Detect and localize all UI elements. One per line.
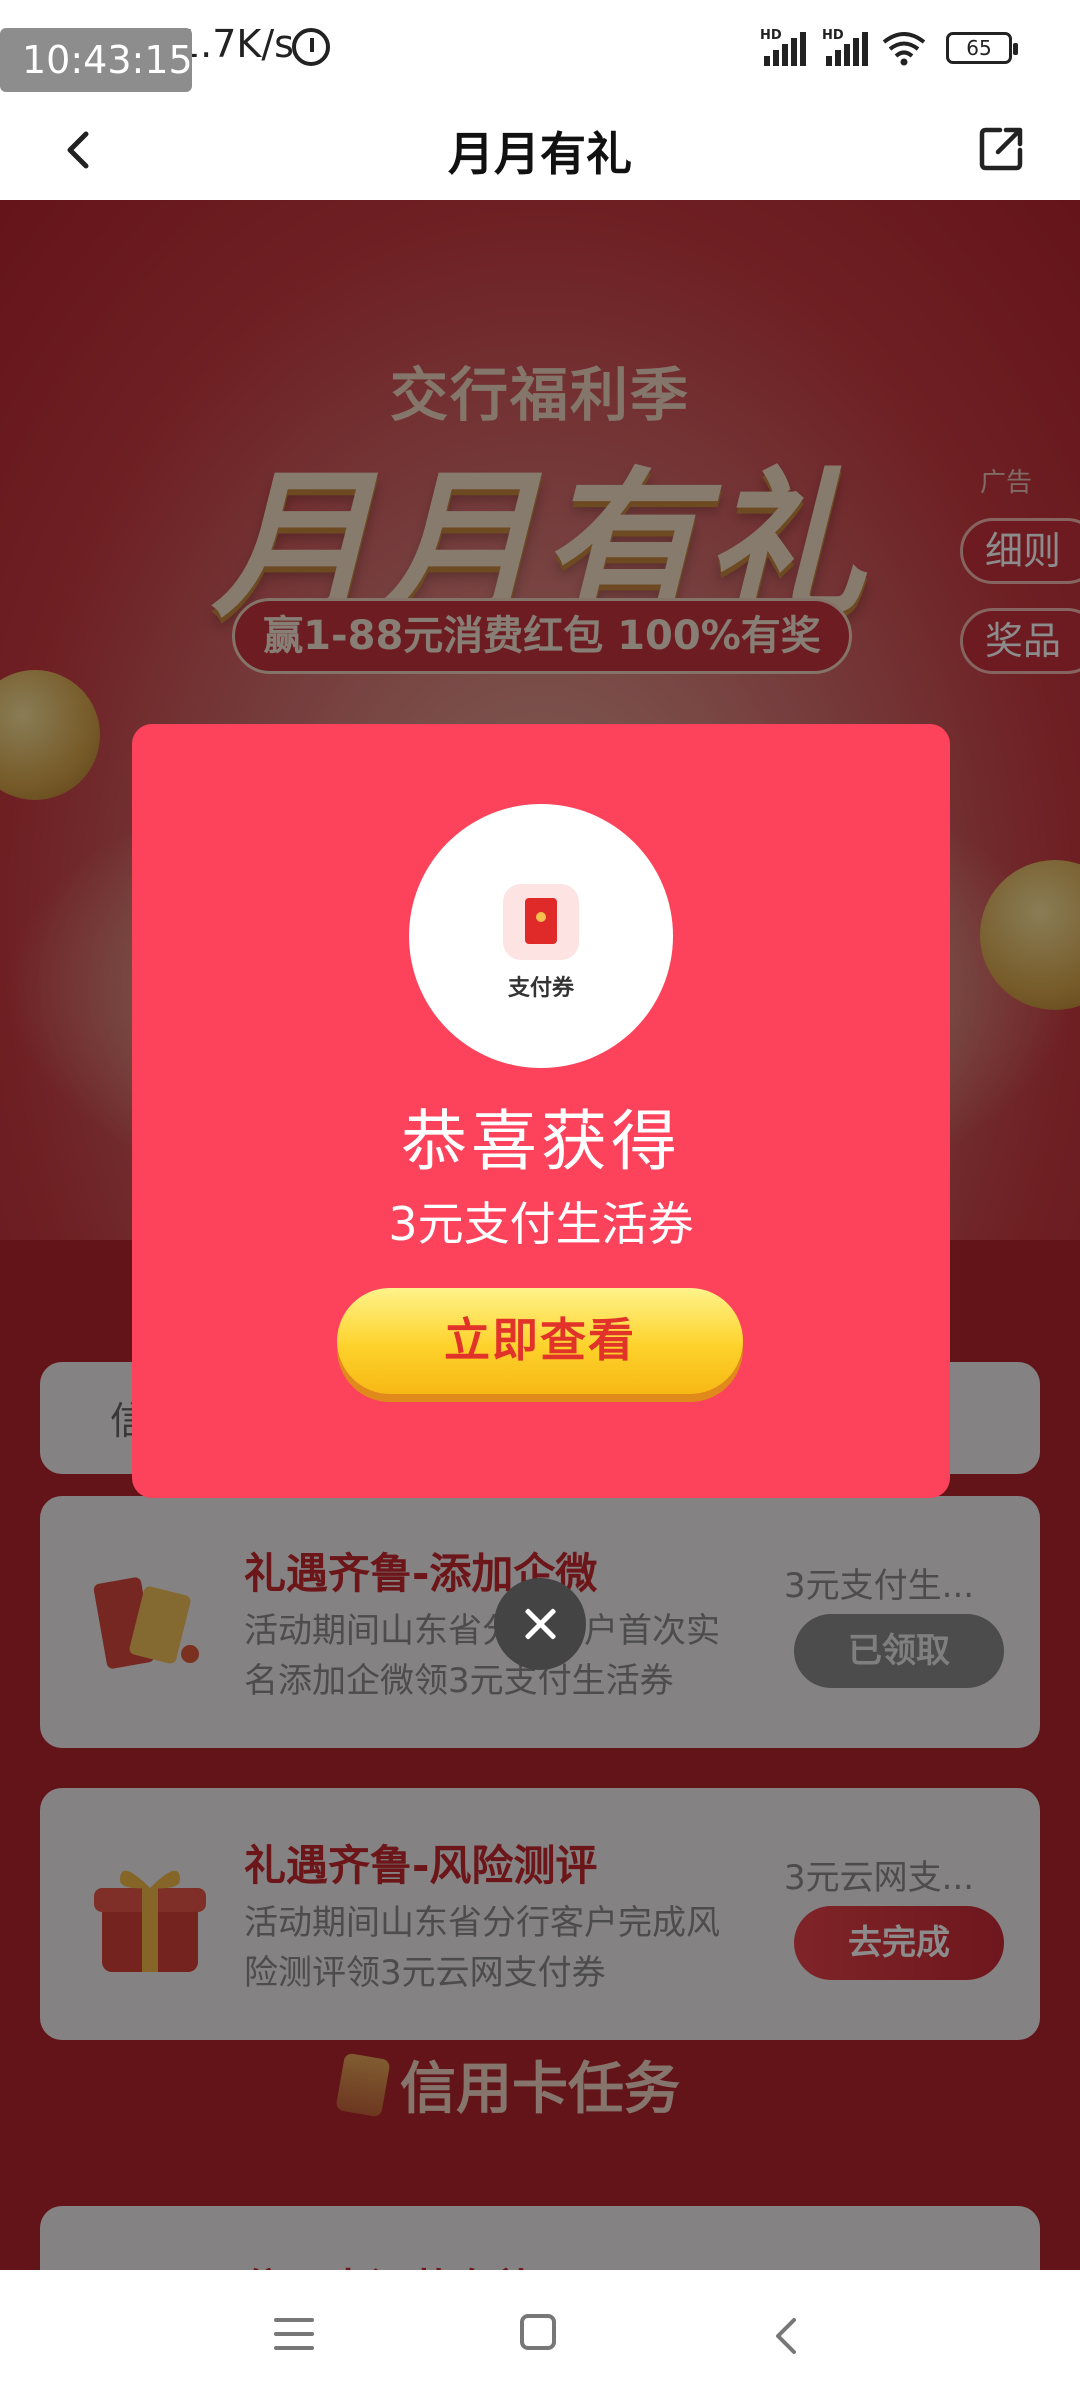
network-speed: 1.7K/s xyxy=(176,22,294,66)
dialog-subtitle: 3元支付生活券 xyxy=(388,1197,694,1251)
title-bar: 月月有礼 xyxy=(0,100,1080,200)
share-icon[interactable] xyxy=(974,120,1030,176)
prize-label: 支付券 xyxy=(507,976,574,1001)
view-now-button[interactable]: 立即查看 xyxy=(337,1288,743,1394)
prize-dialog: 支付券 恭喜获得 3元支付生活券 立即查看 xyxy=(132,724,950,1498)
close-icon[interactable] xyxy=(494,1578,586,1670)
system-nav-bar xyxy=(0,2270,1080,2400)
signal-icon-2: HD xyxy=(822,28,872,66)
hd-label-2: HD xyxy=(822,28,844,43)
alarm-icon xyxy=(292,28,330,66)
signal-icon: HD xyxy=(760,28,810,66)
status-time: 10:43:15 xyxy=(0,28,193,92)
hd-label: HD xyxy=(760,28,782,43)
menu-icon[interactable] xyxy=(274,2316,314,2352)
prize-circle: 支付券 xyxy=(409,804,673,1068)
wifi-icon xyxy=(882,32,926,66)
red-packet-icon xyxy=(503,884,579,960)
status-bar: 1.7K/s 10:43:15 HD HD 65 xyxy=(0,0,1080,100)
home-icon[interactable] xyxy=(520,2314,556,2350)
dialog-title: 恭喜获得 xyxy=(401,1103,681,1180)
back-icon[interactable] xyxy=(768,2316,808,2356)
page-title: 月月有礼 xyxy=(448,127,632,181)
battery-icon: 65 xyxy=(946,32,1018,64)
